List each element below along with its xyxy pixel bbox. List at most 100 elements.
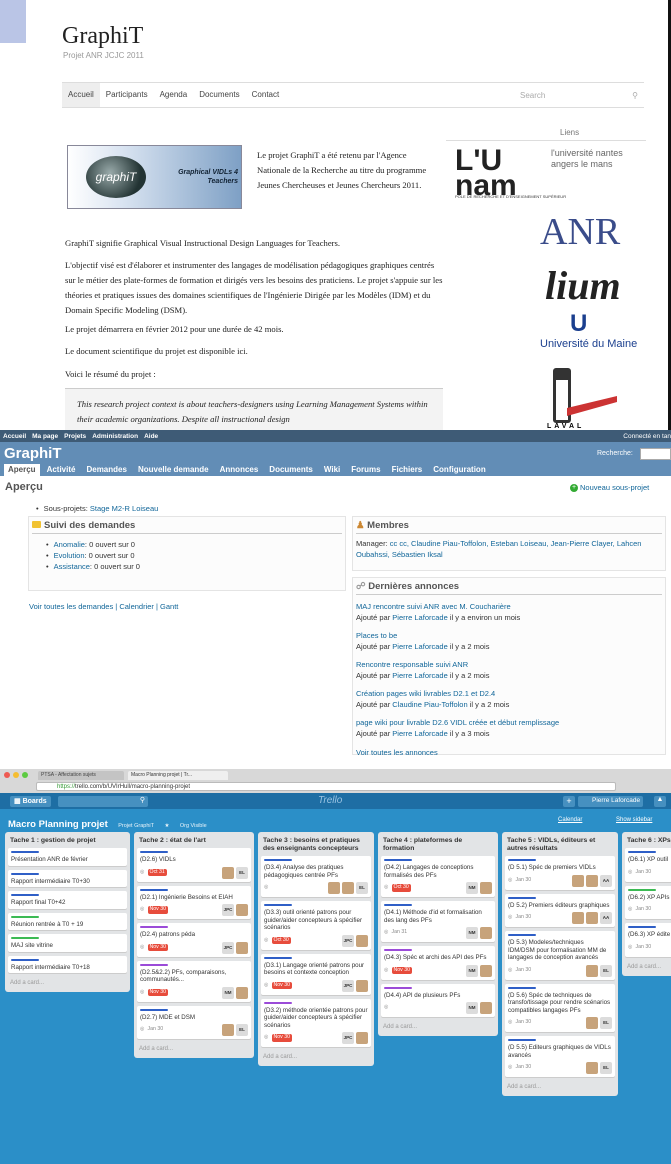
member-avatar[interactable]: EL	[600, 1062, 612, 1074]
nav-documents[interactable]: Documents	[193, 83, 245, 107]
member-avatar[interactable]: EL	[356, 882, 368, 894]
member-avatar[interactable]	[586, 964, 598, 977]
calendar-link[interactable]: Calendar	[558, 817, 582, 823]
member-avatar[interactable]	[480, 1002, 492, 1014]
nav-participants[interactable]: Participants	[100, 83, 154, 107]
member-avatar[interactable]	[342, 882, 354, 894]
partner-logo-anr[interactable]: ANR	[540, 210, 620, 254]
subproject-link[interactable]: Stage M2-R Loiseau	[90, 503, 158, 514]
card[interactable]: (D6.1) XP outil ◎ Jan 30	[625, 848, 671, 882]
list-title[interactable]: Tache 6 : XPs	[625, 835, 671, 848]
add-card-link[interactable]: Add a card...	[137, 1043, 251, 1055]
new-subproject-link[interactable]: + Nouveau sous-projet	[570, 483, 649, 492]
user-menu[interactable]: Pierre Laforcade	[578, 796, 644, 807]
card[interactable]: (D3.2) méthode orientée patrons pour gui…	[261, 998, 371, 1047]
member-avatar[interactable]: JPC	[342, 1032, 354, 1044]
member-avatar[interactable]	[572, 874, 584, 887]
search-input[interactable]: Search ⚲	[514, 84, 644, 106]
tab-apercu[interactable]: Aperçu	[4, 464, 40, 476]
news-author[interactable]: Pierre Laforcade	[392, 613, 447, 622]
list-column[interactable]: Tache 3 : besoins et pratiques des ensei…	[258, 832, 374, 1066]
nav-contact[interactable]: Contact	[246, 83, 286, 107]
member-avatar[interactable]	[586, 912, 598, 924]
news-author[interactable]: Pierre Laforcade	[392, 671, 447, 680]
partner-logo-lium[interactable]: lium	[545, 262, 621, 309]
boards-button[interactable]: ▦ Boards	[10, 796, 51, 807]
card[interactable]: (D2.6) VIDLs ◎ Oct 31 EL	[137, 848, 251, 882]
bell-icon[interactable]: ▲	[654, 796, 666, 807]
address-bar[interactable]: https://trello.com/b/UVIrHull/macro-plan…	[36, 782, 616, 791]
member-avatar[interactable]: EL	[236, 866, 248, 879]
tab-demandes[interactable]: Demandes	[82, 464, 130, 476]
minimize-window-icon[interactable]	[13, 772, 19, 778]
card[interactable]: Rapport intermédiaire T0+18	[8, 955, 127, 973]
close-window-icon[interactable]	[4, 772, 10, 778]
member-avatar[interactable]	[480, 964, 492, 977]
list-title[interactable]: Tache 5 : VIDLs, éditeurs et autres résu…	[505, 835, 615, 856]
add-card-link[interactable]: Add a card...	[261, 1051, 371, 1063]
list-title[interactable]: Tache 3 : besoins et pratiques des ensei…	[261, 835, 371, 856]
news-author[interactable]: Claudine Piau-Toffolon	[392, 700, 467, 709]
nav-accueil[interactable]: Accueil	[62, 83, 100, 107]
card[interactable]: (D4.3) Spéc et archi des API des PFs ◎ Nov…	[381, 946, 495, 980]
member-avatar[interactable]	[222, 1024, 234, 1036]
news-author[interactable]: Pierre Laforcade	[392, 729, 447, 738]
browser-tab[interactable]: PTSA - Affectation sujets	[38, 771, 124, 780]
member-avatar[interactable]: EL	[600, 964, 612, 977]
member-avatar[interactable]: NM	[466, 1002, 478, 1014]
browser-tab-active[interactable]: Macro Planning projet | Tr...	[128, 771, 228, 780]
member-avatar[interactable]	[328, 882, 340, 894]
add-card-link[interactable]: Add a card...	[381, 1021, 495, 1033]
card[interactable]: (D6.3) XP édite ◎ Jan 30	[625, 923, 671, 957]
member-avatar[interactable]	[356, 979, 368, 992]
topmenu-projets[interactable]: Projets	[64, 433, 86, 440]
partner-logo-umaine[interactable]: U Université du Maine	[540, 310, 650, 355]
members-list[interactable]: cc cc, Claudine Piau-Toffolon, Esteban L…	[356, 539, 641, 559]
issue-link-evolution[interactable]: Evolution	[54, 550, 85, 561]
member-avatar[interactable]	[236, 941, 248, 954]
card[interactable]: (D 5.1) Spéc de premiers VIDLs ◎ Jan 30 AA	[505, 856, 615, 890]
member-avatar[interactable]: EL	[600, 1017, 612, 1029]
board-title[interactable]: Macro Planning projet	[8, 819, 108, 830]
tab-wiki[interactable]: Wiki	[320, 464, 344, 476]
card[interactable]: (D 5.2) Premiers éditeurs graphiques ◎ Jan…	[505, 893, 615, 927]
member-avatar[interactable]: AA	[600, 874, 612, 887]
member-avatar[interactable]: JPC	[342, 934, 354, 947]
news-title[interactable]: Rencontre responsable suivi ANR	[356, 659, 662, 670]
member-avatar[interactable]	[586, 874, 598, 887]
tab-activite[interactable]: Activité	[43, 464, 80, 476]
add-card-link[interactable]: Add a card...	[505, 1081, 615, 1093]
member-avatar[interactable]: JPC	[222, 941, 234, 954]
member-avatar[interactable]	[572, 912, 584, 924]
member-avatar[interactable]	[236, 904, 248, 916]
member-avatar[interactable]: NM	[466, 964, 478, 977]
list-column[interactable]: Tache 2 : état de l'art (D2.6) VIDLs ◎ Oct …	[134, 832, 254, 1058]
board-search[interactable]: ⚲	[58, 796, 148, 807]
news-title[interactable]: MAJ rencontre suivi ANR avec M. Couchari…	[356, 601, 662, 612]
search-icon[interactable]: ⚲	[632, 91, 638, 100]
member-avatar[interactable]	[222, 866, 234, 879]
partner-logo-unam[interactable]: L'U nam l'université nantes angers le ma…	[455, 146, 645, 204]
trello-logo[interactable]: Trello	[318, 795, 342, 806]
board-visibility[interactable]: Org Visible	[180, 823, 207, 829]
member-avatar[interactable]	[236, 986, 248, 999]
list-column[interactable]: Tache 4 : plateformes de formation (D4.2)…	[378, 832, 498, 1036]
maximize-window-icon[interactable]	[22, 772, 28, 778]
member-avatar[interactable]: NM	[466, 882, 478, 894]
topmenu-mapage[interactable]: Ma page	[32, 433, 58, 440]
list-column[interactable]: Tache 6 : XPs (D6.1) XP outil ◎ Jan 30 (D6.2…	[622, 832, 671, 976]
news-author[interactable]: Pierre Laforcade	[392, 642, 447, 651]
list-title[interactable]: Tache 1 : gestion de projet	[8, 835, 127, 848]
card[interactable]: MAJ site vitrine	[8, 934, 127, 952]
card[interactable]: (D 5.6) Spéc de techniques de transfo/ti…	[505, 983, 615, 1032]
topmenu-administration[interactable]: Administration	[92, 433, 138, 440]
issue-link-assistance[interactable]: Assistance	[54, 561, 90, 572]
member-avatar[interactable]: NM	[222, 986, 234, 999]
card[interactable]: (D 5.5) Editeurs graphiques de VIDLs ava…	[505, 1036, 615, 1077]
member-avatar[interactable]: JPC	[342, 979, 354, 992]
card[interactable]: (D4.1) Méthode d'id et formalisation des…	[381, 901, 495, 942]
card[interactable]: (D2.5&2.2) PFs, comparaisons, communauté…	[137, 960, 251, 1002]
card[interactable]: Rapport intermédiaire T0+30	[8, 869, 127, 887]
news-title[interactable]: Places to be	[356, 630, 662, 641]
issue-link-anomalie[interactable]: Anomalie	[54, 539, 85, 550]
